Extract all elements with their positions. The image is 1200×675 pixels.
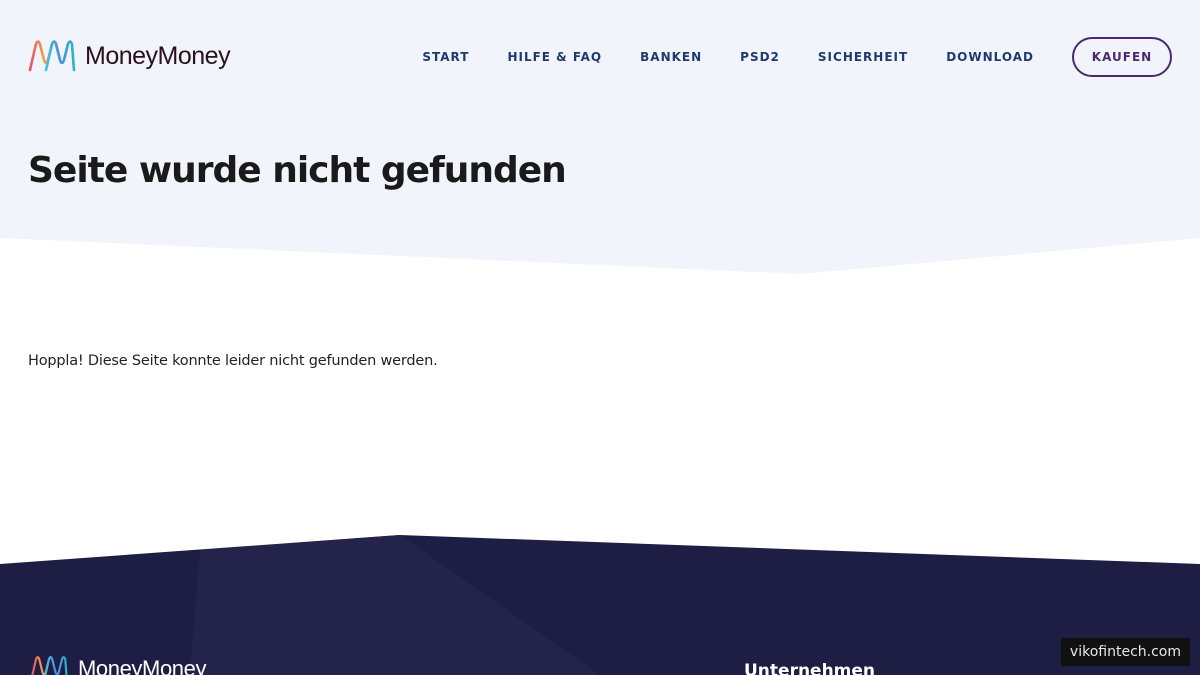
footer-brand-name: MoneyMoney	[78, 656, 207, 675]
watermark: vikofintech.com	[1060, 638, 1190, 666]
nav-item-sicherheit[interactable]: SICHERHEIT	[818, 37, 908, 77]
not-found-message: Hoppla! Diese Seite konnte leider nicht …	[28, 353, 438, 369]
nav-item-banken[interactable]: BANKEN	[640, 37, 702, 77]
brand-name: MoneyMoney	[85, 42, 231, 70]
page: MoneyMoney START HILFE & FAQ BANKEN PSD2…	[0, 0, 1200, 675]
footer-brand-logo[interactable]: MoneyMoney	[28, 656, 206, 675]
site-header: MoneyMoney START HILFE & FAQ BANKEN PSD2…	[0, 0, 1200, 112]
nav-item-hilfe-faq[interactable]: HILFE & FAQ	[507, 37, 602, 77]
nav-item-download[interactable]: DOWNLOAD	[946, 37, 1034, 77]
page-title: Seite wurde nicht gefunden	[28, 150, 567, 191]
nav-item-psd2[interactable]: PSD2	[740, 37, 780, 77]
main-navigation: START HILFE & FAQ BANKEN PSD2 SICHERHEIT…	[422, 37, 1172, 77]
moneymoney-logo-icon	[31, 656, 68, 675]
footer-heading-unternehmen: Unternehmen	[744, 661, 876, 675]
brand-logo[interactable]: MoneyMoney	[28, 40, 231, 72]
nav-item-start[interactable]: START	[422, 37, 469, 77]
moneymoney-logo-icon	[28, 40, 76, 72]
footer-background	[0, 535, 1200, 675]
buy-button[interactable]: KAUFEN	[1072, 37, 1172, 77]
